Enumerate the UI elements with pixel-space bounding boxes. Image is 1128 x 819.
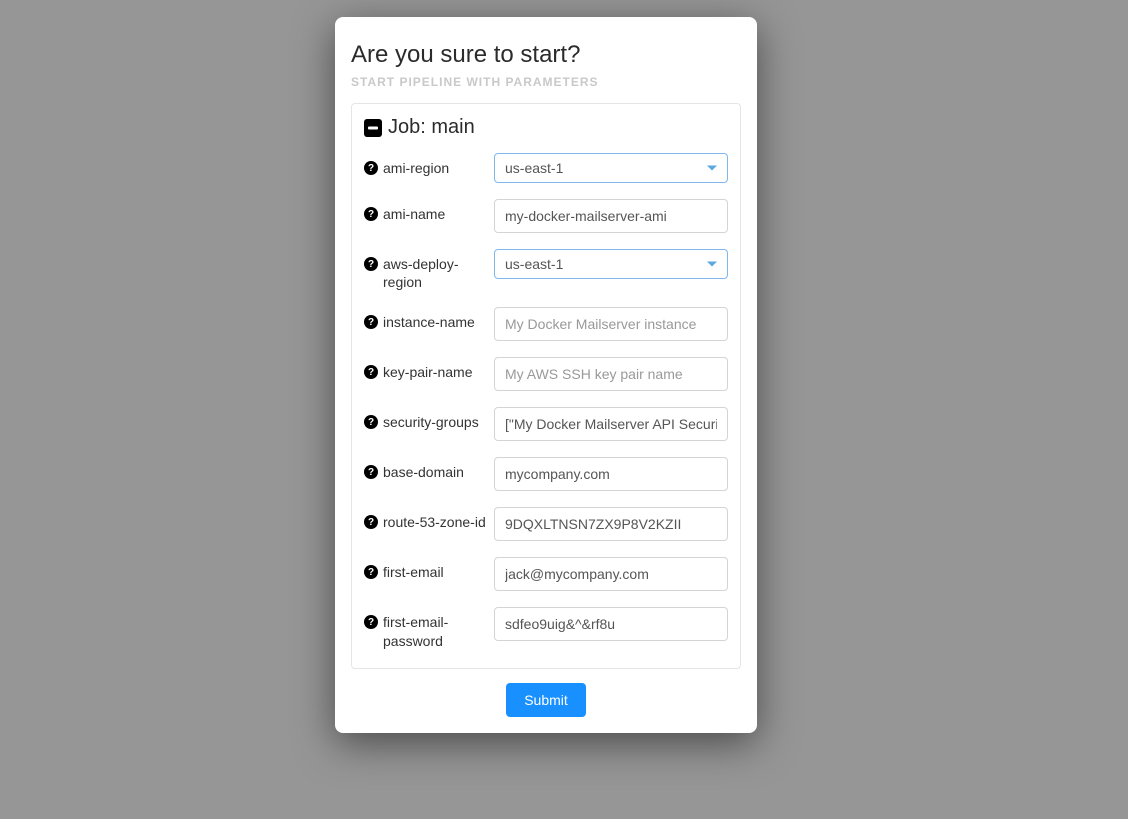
select-value: us-east-1 — [505, 160, 563, 176]
field-base-domain: ? base-domain — [364, 457, 728, 491]
base-domain-input[interactable] — [494, 457, 728, 491]
field-label-wrap: ? key-pair-name — [364, 357, 494, 381]
help-icon[interactable]: ? — [364, 515, 378, 529]
submit-button[interactable]: Submit — [506, 683, 586, 717]
field-route-53-zone-id: ? route-53-zone-id — [364, 507, 728, 541]
field-label: key-pair-name — [383, 363, 472, 381]
field-label-wrap: ? security-groups — [364, 407, 494, 431]
key-pair-name-input[interactable] — [494, 357, 728, 391]
field-label-wrap: ? route-53-zone-id — [364, 507, 494, 531]
collapse-icon[interactable] — [364, 119, 382, 137]
field-key-pair-name: ? key-pair-name — [364, 357, 728, 391]
field-label: route-53-zone-id — [383, 513, 486, 531]
confirm-start-modal: Are you sure to start? START PIPELINE WI… — [335, 17, 757, 733]
field-label-wrap: ? aws-deploy-region — [364, 249, 494, 291]
field-label-wrap: ? first-email-password — [364, 607, 494, 649]
field-first-email-password: ? first-email-password — [364, 607, 728, 649]
field-label-wrap: ? ami-region — [364, 153, 494, 177]
field-label-wrap: ? first-email — [364, 557, 494, 581]
route-53-zone-id-input[interactable] — [494, 507, 728, 541]
job-panel: Job: main ? ami-region us-east-1 ? ami-n… — [351, 103, 741, 669]
instance-name-input[interactable] — [494, 307, 728, 341]
field-label: instance-name — [383, 313, 475, 331]
help-icon[interactable]: ? — [364, 161, 378, 175]
field-first-email: ? first-email — [364, 557, 728, 591]
field-ami-name: ? ami-name — [364, 199, 728, 233]
modal-title: Are you sure to start? — [351, 41, 741, 69]
job-header[interactable]: Job: main — [364, 116, 728, 139]
field-label: first-email — [383, 563, 444, 581]
field-label: first-email-password — [383, 613, 486, 649]
help-icon[interactable]: ? — [364, 207, 378, 221]
select-value: us-east-1 — [505, 256, 563, 272]
field-label: base-domain — [383, 463, 464, 481]
modal-subtitle: START PIPELINE WITH PARAMETERS — [351, 75, 741, 89]
field-ami-region: ? ami-region us-east-1 — [364, 153, 728, 183]
field-label-wrap: ? base-domain — [364, 457, 494, 481]
ami-name-input[interactable] — [494, 199, 728, 233]
first-email-password-input[interactable] — [494, 607, 728, 641]
ami-region-select[interactable]: us-east-1 — [494, 153, 728, 183]
job-title: Job: main — [388, 116, 475, 139]
field-aws-deploy-region: ? aws-deploy-region us-east-1 — [364, 249, 728, 291]
help-icon[interactable]: ? — [364, 257, 378, 271]
security-groups-input[interactable] — [494, 407, 728, 441]
help-icon[interactable]: ? — [364, 315, 378, 329]
field-label: ami-name — [383, 205, 445, 223]
field-label: security-groups — [383, 413, 479, 431]
field-security-groups: ? security-groups — [364, 407, 728, 441]
field-label: ami-region — [383, 159, 449, 177]
chevron-down-icon — [707, 262, 717, 267]
submit-row: Submit — [351, 683, 741, 717]
field-instance-name: ? instance-name — [364, 307, 728, 341]
aws-deploy-region-select[interactable]: us-east-1 — [494, 249, 728, 279]
first-email-input[interactable] — [494, 557, 728, 591]
chevron-down-icon — [707, 166, 717, 171]
help-icon[interactable]: ? — [364, 365, 378, 379]
field-label-wrap: ? ami-name — [364, 199, 494, 223]
field-label: aws-deploy-region — [383, 255, 486, 291]
help-icon[interactable]: ? — [364, 565, 378, 579]
field-label-wrap: ? instance-name — [364, 307, 494, 331]
help-icon[interactable]: ? — [364, 615, 378, 629]
help-icon[interactable]: ? — [364, 415, 378, 429]
help-icon[interactable]: ? — [364, 465, 378, 479]
